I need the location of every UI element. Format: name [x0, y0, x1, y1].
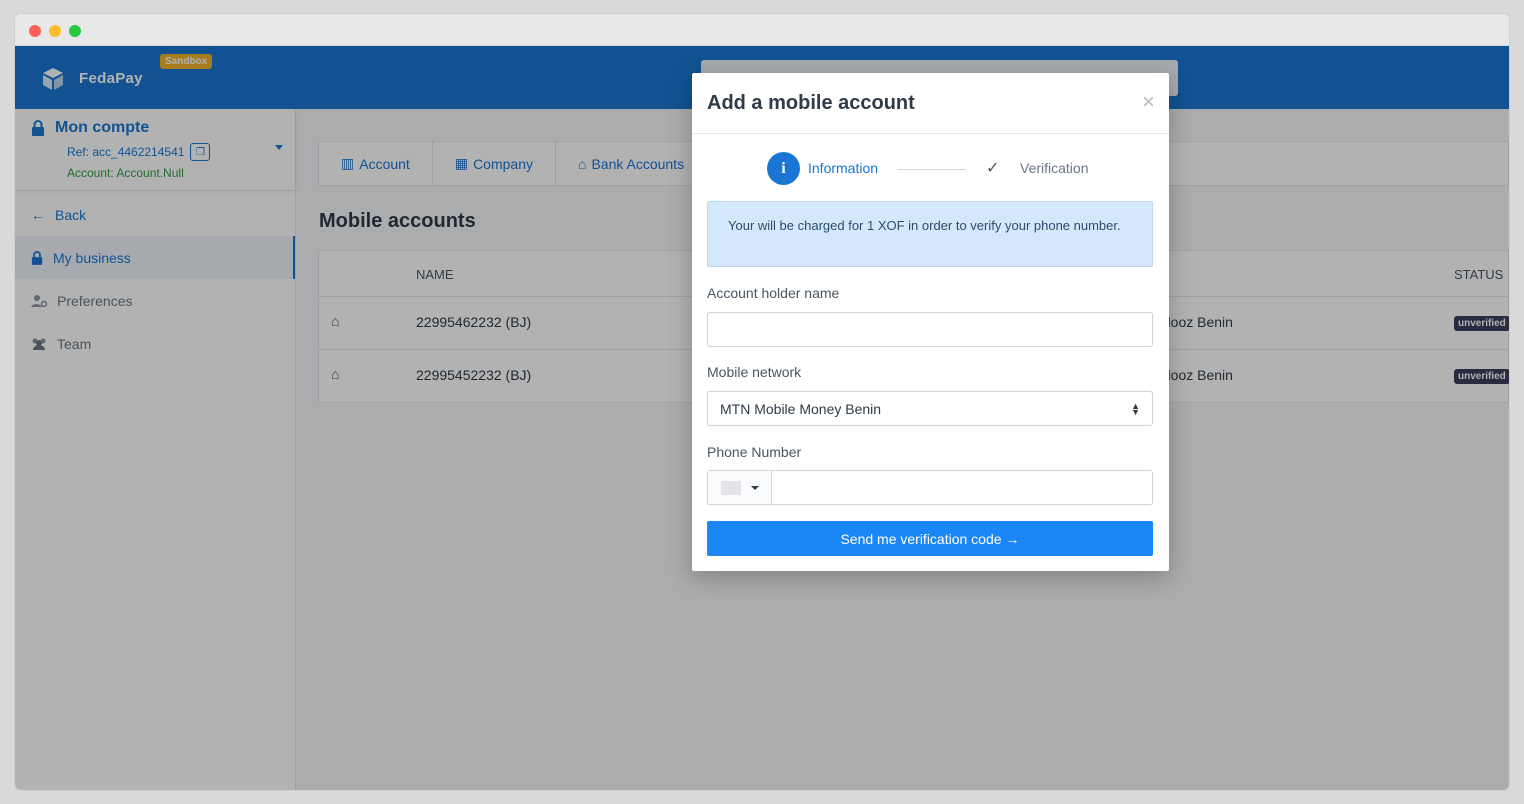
window-titlebar — [15, 14, 1509, 46]
add-mobile-account-modal: Add a mobile account × i Information ✓ V… — [692, 73, 1169, 571]
maximize-window-button[interactable] — [69, 25, 81, 37]
step-verification: Verification — [1020, 160, 1089, 176]
close-icon[interactable]: × — [1142, 89, 1155, 115]
holder-name-input[interactable] — [707, 312, 1153, 347]
flag-icon — [720, 480, 741, 495]
step-divider — [897, 169, 966, 170]
country-flag-select[interactable] — [708, 471, 772, 504]
close-window-button[interactable] — [29, 25, 41, 37]
minimize-window-button[interactable] — [49, 25, 61, 37]
holder-name-label: Account holder name — [707, 285, 840, 301]
phone-number-label: Phone Number — [707, 444, 802, 460]
mobile-network-label: Mobile network — [707, 364, 802, 380]
send-verification-code-button[interactable]: Send me verification code → — [707, 521, 1153, 556]
step-information: Information — [808, 160, 879, 176]
modal-title: Add a mobile account — [707, 92, 915, 114]
charge-info-alert: Your will be charged for 1 XOF in order … — [707, 201, 1153, 267]
check-icon: ✓ — [986, 160, 1000, 177]
browser-window: FedaPay Sandbox Mon compte Ref: acc_4462… — [15, 14, 1509, 790]
mobile-network-value: MTN Mobile Money Benin — [720, 400, 882, 417]
modal-header: Add a mobile account × — [692, 73, 1169, 134]
phone-number-field — [707, 470, 1153, 505]
stepper: i Information ✓ Verification — [692, 150, 1169, 186]
info-step-icon: i — [767, 152, 800, 185]
phone-number-input[interactable] — [772, 471, 1152, 504]
caret-down-icon — [750, 485, 759, 490]
arrow-right-icon: → — [1005, 530, 1020, 547]
mobile-network-select[interactable]: MTN Mobile Money Benin ▲ ▼ — [707, 391, 1153, 426]
select-arrows-icon: ▲ ▼ — [1131, 400, 1140, 417]
